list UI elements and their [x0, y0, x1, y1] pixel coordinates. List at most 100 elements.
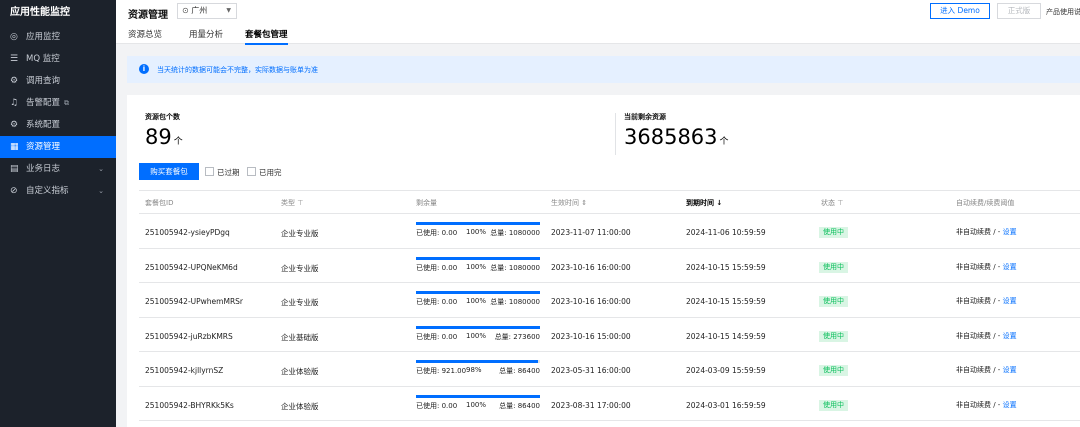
table-row: 251005942-BHYRKk5Ks 企业体验版 已使用: 0.00 100% 总量:…	[139, 387, 1080, 421]
renew-settings-link[interactable]: 设置	[1003, 297, 1017, 305]
alarm-icon: ♫	[10, 98, 19, 108]
remaining-percent: 100%	[466, 228, 487, 236]
sidebar-item-1[interactable]: ☰ MQ 监控	[0, 48, 116, 70]
package-type: 企业专业版	[281, 298, 319, 307]
remaining-text: 已使用: 0.00 100% 总量: 273600	[416, 332, 540, 342]
remaining-resource-number: 3685863	[624, 125, 718, 149]
sidebar: 应用性能监控 ◎ 应用监控 ☰ MQ 监控 ⚙ 调用查询 ♫ 告警配置 ⧉ ⚙ 系统配置 ▦ 资源管理 ▤…	[0, 0, 116, 427]
stat-divider	[615, 113, 616, 155]
table-header: 套餐包ID 类型 ⊤ 剩余量 生效时间 ⇕ 到期时间 ↓ 状态 ⊤ 自动续费/续…	[139, 190, 1080, 214]
usedup-filter-checkbox[interactable]: 已用完	[247, 167, 282, 178]
table-row: 251005942-ysieyPDgq 企业专业版 已使用: 0.00 100% 总量:…	[139, 214, 1080, 249]
eye-icon: ◎	[10, 32, 18, 42]
tab-usage-analysis[interactable]: 用量分析	[189, 28, 223, 40]
auto-renew-cell: 非自动续费 / - 设置	[956, 400, 1017, 410]
package-card: 资源包个数 89 个 当前剩余资源 3685863 个 购买套餐包 已过期 已用完 …	[127, 95, 1080, 427]
renew-settings-link[interactable]: 设置	[1003, 366, 1017, 374]
region-select[interactable]: ⊙ 广州 ▼	[177, 3, 237, 19]
renew-settings-link[interactable]: 设置	[1003, 332, 1017, 340]
sidebar-item-label: 告警配置	[26, 98, 61, 108]
usedup-filter-label: 已用完	[259, 168, 282, 177]
remaining-text: 已使用: 0.00 100% 总量: 86400	[416, 401, 540, 411]
sidebar-item-2[interactable]: ⚙ 调用查询	[0, 70, 116, 92]
package-type: 企业基础版	[281, 332, 319, 342]
total-amount: 总量: 86400	[499, 367, 540, 375]
gear-icon: ⚙	[10, 76, 19, 86]
remaining-cell: 已使用: 0.00 100% 总量: 86400	[416, 394, 540, 411]
sidebar-item-label: MQ 监控	[26, 54, 60, 64]
remaining-percent: 100%	[466, 331, 487, 340]
column-header-id: 套餐包ID	[145, 199, 174, 207]
remaining-text: 已使用: 0.00 100% 总量: 1080000	[416, 263, 540, 273]
end-time: 2024-03-09 15:59:59	[686, 366, 766, 375]
end-time: 2024-10-15 14:59:59	[686, 331, 766, 341]
renew-settings-link[interactable]: 设置	[1003, 228, 1017, 236]
buy-package-button[interactable]: 购买套餐包	[139, 163, 199, 180]
remaining-progress-fill	[416, 360, 538, 363]
chevron-down-icon: ⌄	[98, 165, 104, 173]
package-count-unit: 个	[173, 137, 183, 147]
tab-resource-overview[interactable]: 资源总览	[128, 28, 162, 40]
column-header-status[interactable]: 状态 ⊤	[821, 198, 843, 208]
remaining-percent: 100%	[466, 297, 487, 305]
end-time: 2024-11-06 10:59:59	[686, 228, 766, 237]
expired-filter-checkbox[interactable]: 已过期	[205, 167, 240, 178]
column-header-start-time[interactable]: 生效时间 ⇕	[551, 198, 587, 208]
total-amount: 总量: 1080000	[490, 298, 540, 306]
remaining-text: 已使用: 921.00 98% 总量: 86400	[416, 366, 540, 376]
column-header-end-time[interactable]: 到期时间 ↓	[686, 198, 722, 208]
package-id: 251005942-juRzbKMRS	[145, 331, 233, 341]
notice-text: 当天统计的数据可能会不完整，实际数据与账单为准	[157, 66, 318, 74]
sidebar-item-label: 资源管理	[26, 142, 61, 152]
auto-renew-text: 非自动续费 / -	[956, 297, 1001, 305]
remaining-cell: 已使用: 0.00 100% 总量: 1080000	[416, 291, 540, 307]
sidebar-item-6[interactable]: ▤ 业务日志 ⌄	[0, 158, 116, 180]
sidebar-item-3[interactable]: ♫ 告警配置 ⧉	[0, 92, 116, 114]
enter-demo-button[interactable]: 进入 Demo	[930, 3, 990, 19]
package-id: 251005942-UPwhemMRSr	[145, 297, 243, 306]
total-amount: 总量: 273600	[494, 332, 540, 341]
used-amount: 已使用: 0.00	[416, 332, 458, 341]
remaining-resource-unit: 个	[719, 137, 729, 147]
mq-icon: ☰	[10, 54, 19, 64]
table-row: 251005942-UPwhemMRSr 企业专业版 已使用: 0.00 100% 总量…	[139, 283, 1080, 318]
remaining-progress-fill	[416, 222, 540, 225]
remaining-resource-stat: 当前剩余资源 3685863 个	[624, 112, 729, 155]
remaining-percent: 98%	[466, 366, 482, 374]
total-amount: 总量: 86400	[499, 401, 540, 410]
sidebar-item-4[interactable]: ⚙ 系统配置	[0, 114, 116, 136]
renew-settings-link[interactable]: 设置	[1003, 401, 1017, 409]
status-badge: 使用中	[819, 399, 848, 411]
auto-renew-cell: 非自动续费 / - 设置	[956, 365, 1017, 375]
sidebar-item-7[interactable]: ⊘ 自定义指标 ⌄	[0, 180, 116, 202]
tab-package-management[interactable]: 套餐包管理	[245, 28, 288, 45]
page-title: 资源管理	[128, 10, 168, 21]
start-time: 2023-10-16 16:00:00	[551, 262, 631, 272]
start-time: 2023-08-31 17:00:00	[551, 400, 631, 410]
end-time: 2024-03-01 16:59:59	[686, 400, 766, 410]
column-header-type[interactable]: 类型 ⊤	[281, 198, 303, 208]
total-amount: 总量: 1080000	[490, 263, 540, 272]
used-amount: 已使用: 0.00	[416, 298, 458, 306]
renew-settings-link[interactable]: 设置	[1003, 263, 1017, 271]
package-count-value: 89 个	[145, 124, 183, 155]
sidebar-item-5[interactable]: ▦ 资源管理	[0, 136, 116, 158]
auto-renew-text: 非自动续费 / -	[956, 366, 1001, 374]
remaining-progress-fill	[416, 394, 540, 398]
remaining-progress-fill	[416, 325, 540, 329]
info-notice: i 当天统计的数据可能会不完整，实际数据与账单为准	[127, 56, 1080, 83]
usage-guide-link[interactable]: 产品使用说	[1046, 7, 1080, 17]
table-body: 251005942-ysieyPDgq 企业专业版 已使用: 0.00 100% 总量:…	[139, 214, 1080, 421]
sidebar-item-0[interactable]: ◎ 应用监控	[0, 26, 116, 48]
remaining-resource-value: 3685863 个	[624, 124, 729, 155]
remaining-text: 已使用: 0.00 100% 总量: 1080000	[416, 297, 540, 307]
status-badge: 使用中	[819, 227, 848, 238]
remaining-progress-bar	[416, 222, 540, 225]
package-id: 251005942-BHYRKk5Ks	[145, 400, 234, 410]
official-version-button[interactable]: 正式版	[997, 3, 1041, 19]
status-badge: 使用中	[819, 365, 848, 376]
remaining-resource-label: 当前剩余资源	[624, 113, 666, 121]
package-count-number: 89	[145, 125, 172, 149]
location-pin-icon: ⊙	[182, 6, 189, 15]
package-type: 企业专业版	[281, 229, 319, 238]
